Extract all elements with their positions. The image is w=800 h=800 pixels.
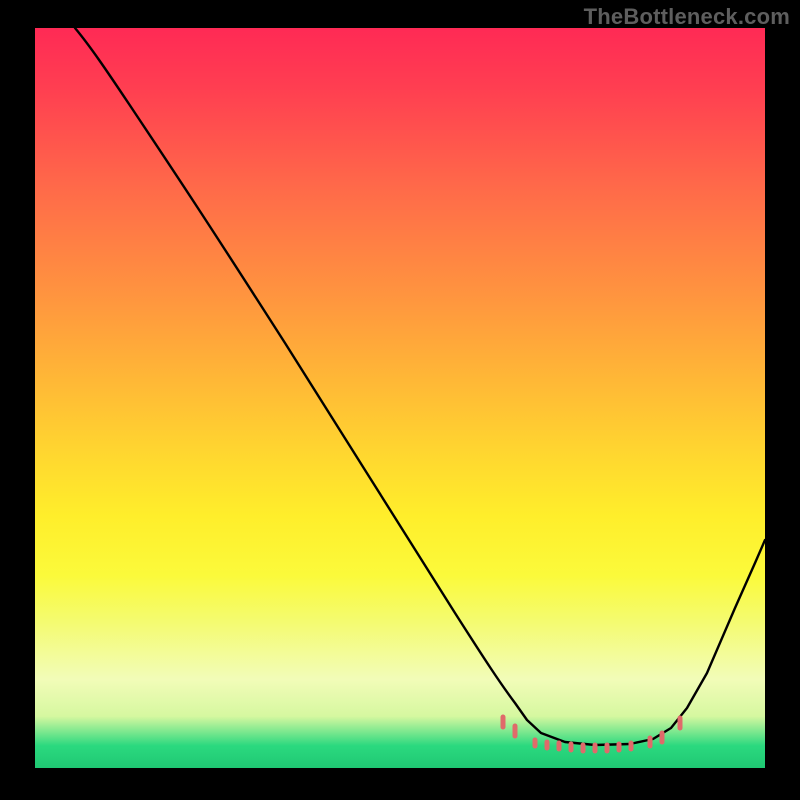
- plot-area: [35, 28, 765, 768]
- chart-frame: TheBottleneck.com: [0, 0, 800, 800]
- watermark-text: TheBottleneck.com: [584, 4, 790, 30]
- bottleneck-curve: [75, 28, 765, 745]
- curve-layer: [35, 28, 765, 768]
